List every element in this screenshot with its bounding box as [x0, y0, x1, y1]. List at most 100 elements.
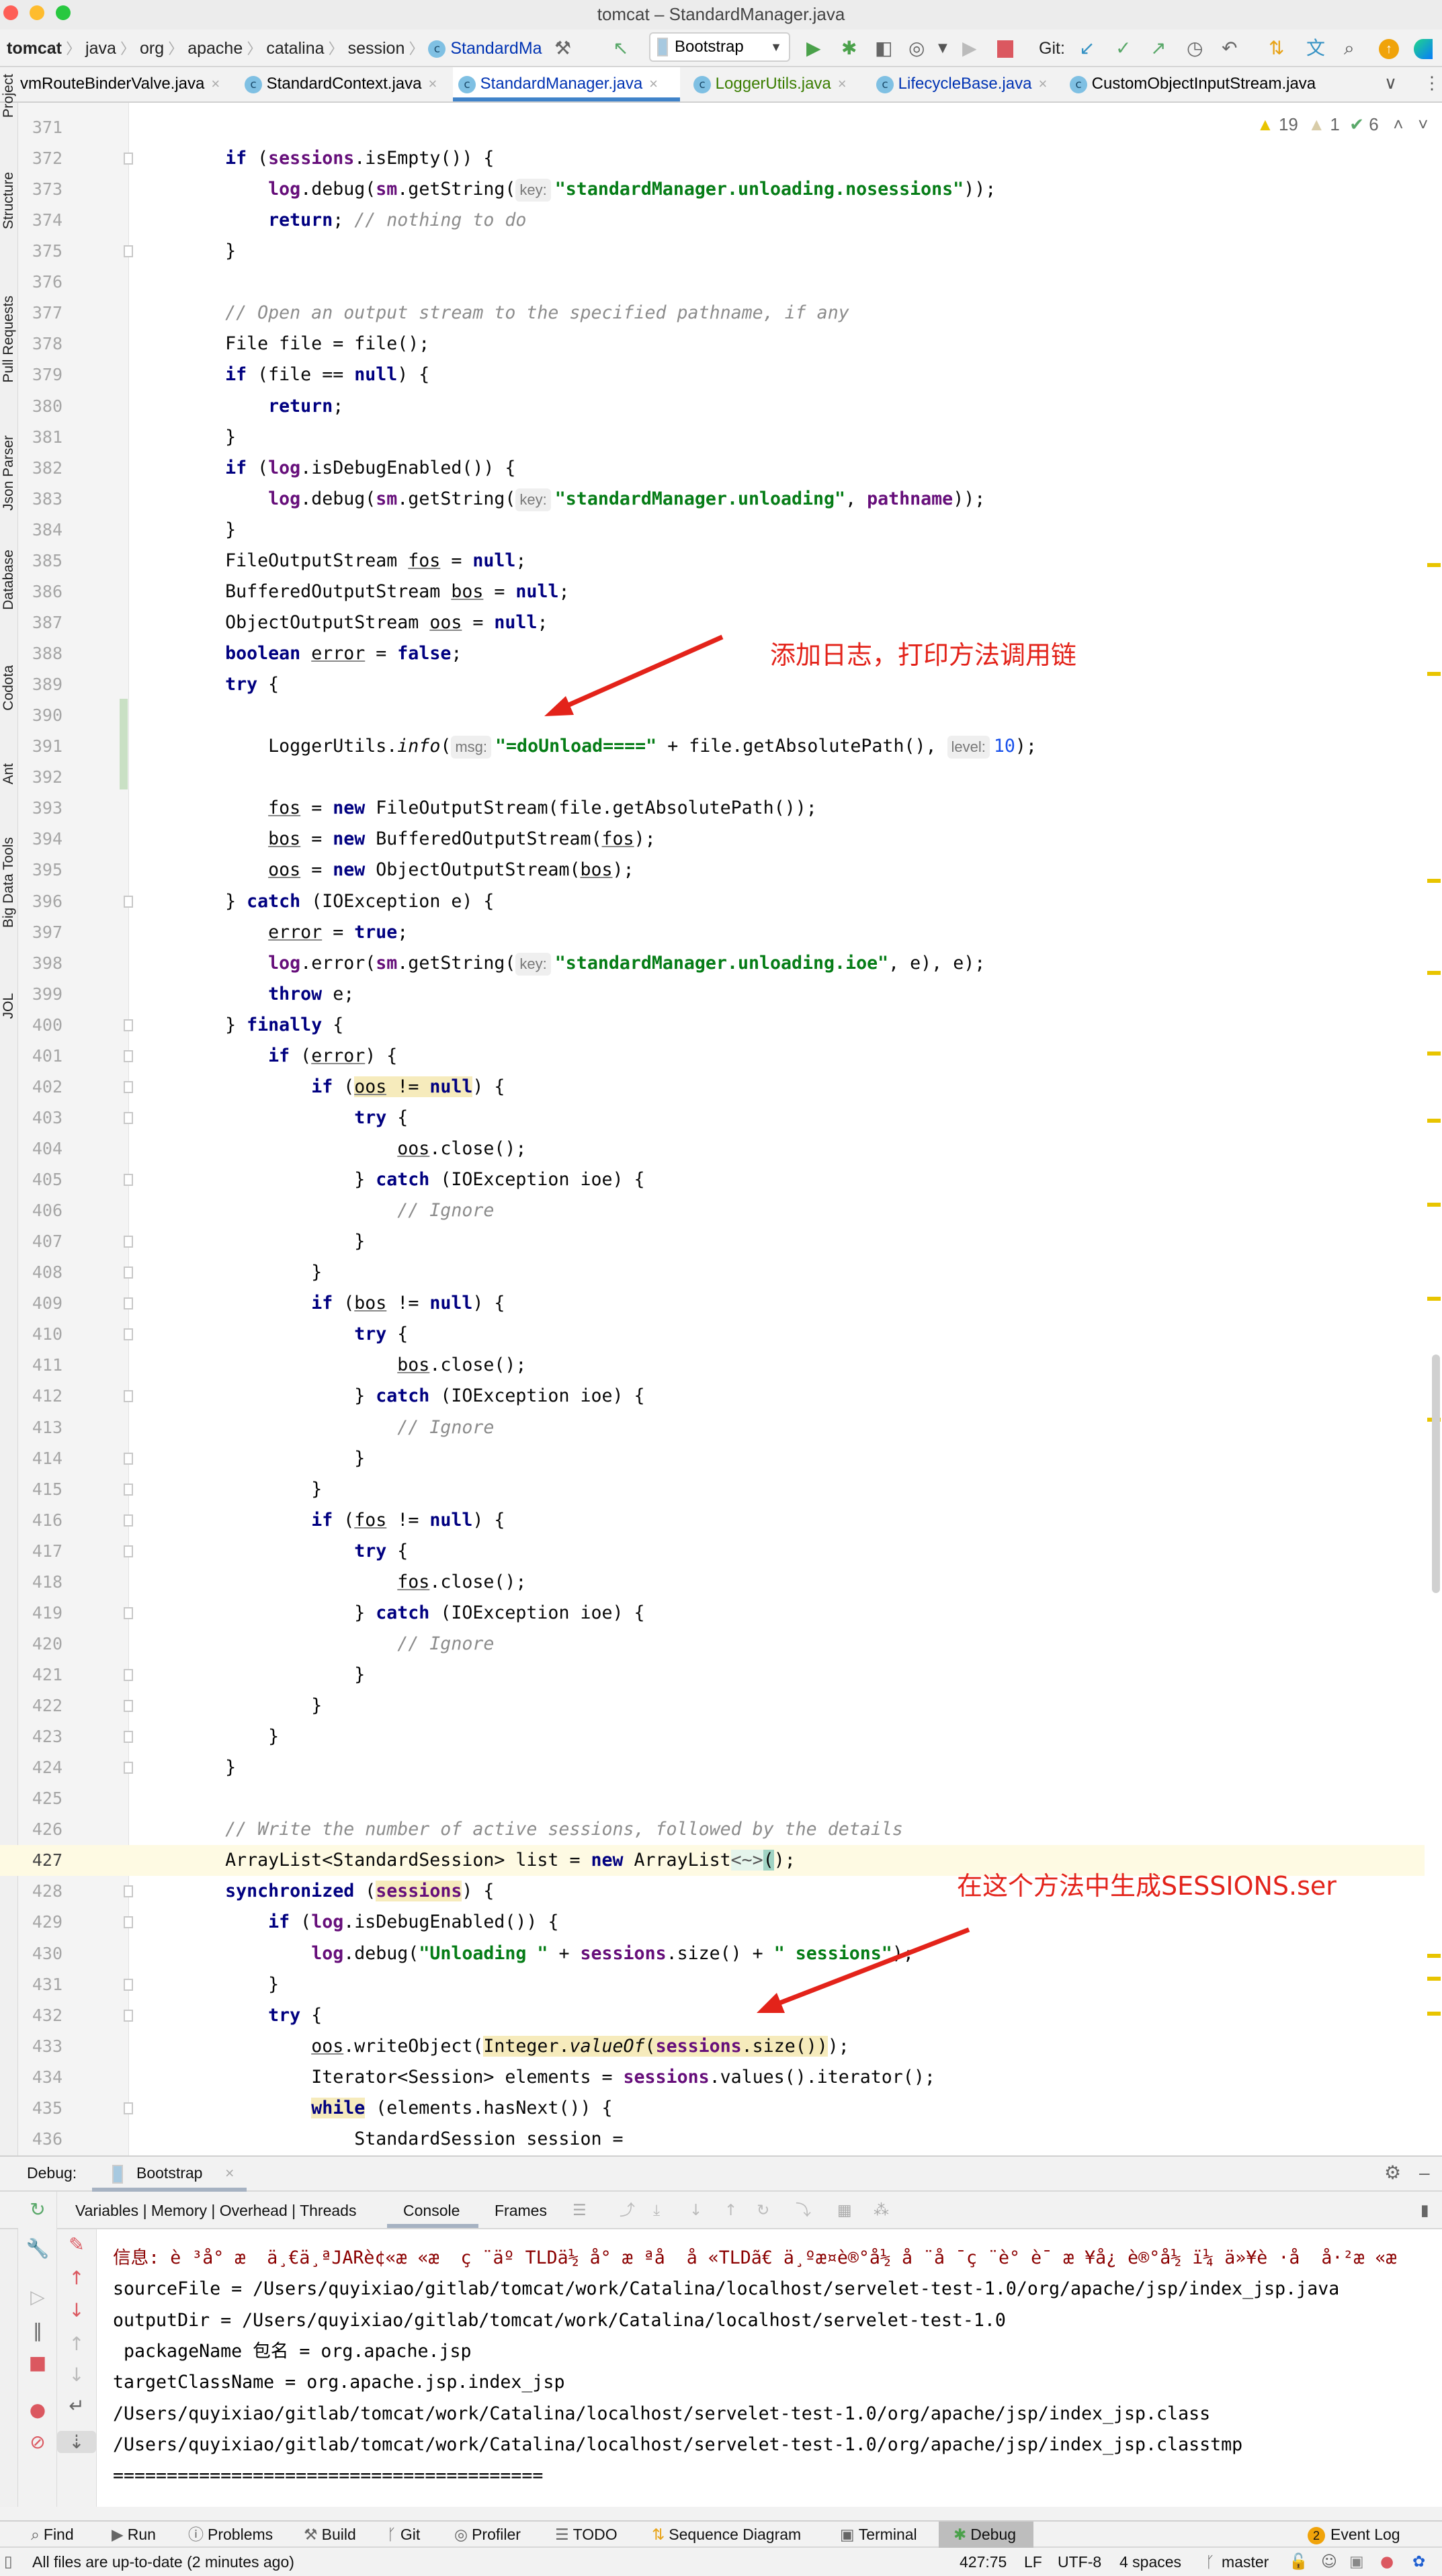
close-tab-icon[interactable]: ×: [1038, 75, 1047, 92]
fold-marker-icon[interactable]: [124, 153, 133, 165]
fold-marker-icon[interactable]: [124, 895, 133, 908]
line-number[interactable]: 410: [18, 1319, 62, 1350]
up-stack-icon[interactable]: ↑: [57, 2267, 96, 2289]
fold-marker-icon[interactable]: [124, 1762, 133, 1774]
fold-marker-icon[interactable]: [124, 1236, 133, 1248]
tab-standardcontext[interactable]: c StandardContext.java ×: [239, 67, 442, 101]
code-line[interactable]: 392: [0, 762, 1425, 793]
line-number[interactable]: 422: [18, 1690, 62, 1721]
fold-marker-icon[interactable]: [124, 1978, 133, 1991]
scroll-up-icon[interactable]: ↑: [57, 2333, 96, 2355]
rerun-icon[interactable]: ↻: [18, 2198, 57, 2221]
code-line[interactable]: 376: [0, 267, 1425, 298]
line-number[interactable]: 371: [18, 112, 62, 143]
git-commit-icon[interactable]: ✓: [1115, 35, 1131, 62]
search-icon[interactable]: ⌕: [1344, 35, 1355, 62]
terminal-icon[interactable]: ▣: [1349, 2548, 1364, 2576]
line-number[interactable]: 402: [18, 1072, 62, 1103]
line-number[interactable]: 373: [18, 174, 62, 205]
breadcrumb-item[interactable]: StandardMa: [450, 39, 542, 58]
rollback-icon[interactable]: ↶: [1222, 35, 1237, 62]
line-number[interactable]: 378: [18, 329, 62, 359]
code-line[interactable]: 384 }: [0, 515, 1425, 546]
tab-vmroutebindervalve[interactable]: vmRouteBinderValve.java ×: [15, 67, 225, 101]
resume-program-icon[interactable]: ▷: [18, 2286, 57, 2308]
breadcrumb-item[interactable]: catalina: [266, 39, 324, 58]
tool-window-sequence-diagram[interactable]: ⇅ Sequence Diagram: [652, 2522, 801, 2548]
line-number[interactable]: 377: [18, 298, 62, 329]
vcs-change-marker[interactable]: [120, 699, 128, 789]
minimize-icon[interactable]: –: [1419, 2159, 1430, 2186]
fold-marker-icon[interactable]: [124, 1483, 133, 1496]
line-number[interactable]: 398: [18, 948, 62, 979]
indent-setting[interactable]: 4 spaces: [1119, 2548, 1181, 2576]
breadcrumb-item[interactable]: session: [348, 39, 405, 58]
line-number[interactable]: 434: [18, 2062, 62, 2093]
warning-stripe-marker[interactable]: [1427, 563, 1441, 567]
tool-window-git[interactable]: ᚴ Git: [387, 2522, 420, 2548]
chevron-down-icon[interactable]: ∨: [1384, 73, 1397, 93]
line-number[interactable]: 376: [18, 267, 62, 298]
editor-scrollbar[interactable]: [1432, 1355, 1440, 1593]
line-number[interactable]: 426: [18, 1814, 62, 1845]
code-line[interactable]: 429 if (log.isDebugEnabled()) {: [0, 1907, 1425, 1938]
code-line[interactable]: 394 bos = new BufferedOutputStream(fos);: [0, 824, 1425, 855]
inspector-icon[interactable]: ☺: [1321, 2548, 1337, 2576]
warning-stripe-marker[interactable]: [1427, 1954, 1441, 1958]
fold-marker-icon[interactable]: [124, 1885, 133, 1898]
view-breakpoints-icon[interactable]: ●: [18, 2399, 57, 2421]
code-line[interactable]: 380 return;: [0, 391, 1425, 422]
gear-icon[interactable]: ⚙: [1384, 2159, 1401, 2186]
line-number[interactable]: 432: [18, 2000, 62, 2031]
show-execution-point-icon[interactable]: ⤴: [620, 2197, 635, 2224]
previous-highlight-icon[interactable]: ˄: [1393, 114, 1403, 134]
line-number[interactable]: 397: [18, 917, 62, 948]
code-line[interactable]: 381 }: [0, 422, 1425, 453]
trace-icon[interactable]: ⁂: [874, 2197, 889, 2224]
tool-window-profiler[interactable]: ◎ Profiler: [454, 2522, 521, 2548]
translate-icon[interactable]: 文: [1306, 35, 1325, 62]
code-line[interactable]: 401 if (error) {: [0, 1041, 1425, 1072]
line-number[interactable]: 384: [18, 515, 62, 546]
tab-standardmanager[interactable]: c StandardManager.java ×: [453, 67, 680, 101]
line-number[interactable]: 387: [18, 607, 62, 638]
line-number[interactable]: 409: [18, 1288, 62, 1319]
sequence-diagram-icon[interactable]: ⇅: [1269, 35, 1284, 62]
fold-marker-icon[interactable]: [124, 2009, 133, 2022]
code-line[interactable]: 430 log.debug("Unloading " + sessions.si…: [0, 1938, 1425, 1969]
fold-marker-icon[interactable]: [124, 2102, 133, 2114]
code-line[interactable]: 415 }: [0, 1474, 1425, 1505]
code-line[interactable]: 386 BufferedOutputStream bos = null;: [0, 576, 1425, 607]
tool-window-event-log[interactable]: 2 Event Log: [1308, 2522, 1400, 2548]
lock-icon[interactable]: 🔓: [1289, 2548, 1308, 2576]
code-line[interactable]: 421 }: [0, 1660, 1425, 1690]
code-line[interactable]: 371: [0, 112, 1425, 143]
line-number[interactable]: 380: [18, 391, 62, 422]
tab-console[interactable]: Console: [387, 2192, 478, 2228]
fold-marker-icon[interactable]: [124, 1700, 133, 1713]
tab-loggerutils[interactable]: c LoggerUtils.java ×: [688, 67, 852, 101]
code-line[interactable]: 431 }: [0, 1969, 1425, 2000]
code-line[interactable]: 402 if (oos != null) {: [0, 1072, 1425, 1103]
warning-stripe-marker[interactable]: [1427, 2012, 1441, 2016]
fold-marker-icon[interactable]: [124, 1514, 133, 1527]
code-lines[interactable]: 371 372 if (sessions.isEmpty()) {373 log.…: [0, 103, 1442, 2155]
fold-marker-icon[interactable]: [124, 1669, 133, 1681]
fold-marker-icon[interactable]: [124, 1266, 133, 1279]
tab-customobjectinputstream[interactable]: c CustomObjectInputStream.java: [1064, 67, 1321, 101]
code-line[interactable]: 416 if (fos != null) {: [0, 1505, 1425, 1536]
code-line[interactable]: 399 throw e;: [0, 979, 1425, 1010]
breadcrumb-item[interactable]: java: [85, 39, 116, 58]
debug-icon[interactable]: ✱: [841, 35, 857, 62]
line-number[interactable]: 395: [18, 855, 62, 886]
close-tab-icon[interactable]: ×: [428, 75, 437, 92]
next-highlight-icon[interactable]: ˅: [1418, 114, 1428, 134]
coverage-icon[interactable]: ◧: [875, 35, 892, 62]
line-number[interactable]: 428: [18, 1876, 62, 1907]
code-line[interactable]: 389 try {: [0, 669, 1425, 700]
line-number[interactable]: 425: [18, 1783, 62, 1814]
breadcrumb-item[interactable]: apache: [187, 39, 243, 58]
fold-marker-icon[interactable]: [124, 1916, 133, 1929]
fold-marker-icon[interactable]: [124, 1390, 133, 1403]
warning-stripe-marker[interactable]: [1427, 1051, 1441, 1056]
